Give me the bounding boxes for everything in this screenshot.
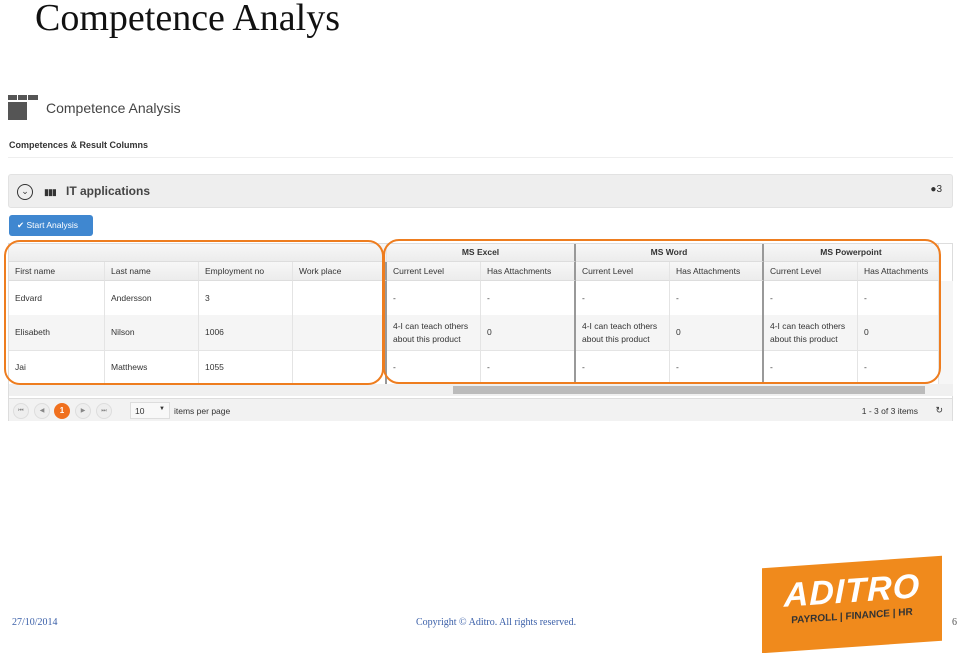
page-number: 6	[952, 617, 957, 628]
competence-group-bar[interactable]: ⌄ ▮▮▮ IT applications ●3	[8, 174, 953, 208]
start-analysis-label: Start Analysis	[26, 220, 79, 230]
aditro-logo: ADITRO PAYROLL | FINANCE | HR	[762, 555, 942, 653]
group-icon: ▮▮▮	[44, 187, 57, 197]
chevron-down-icon[interactable]: ⌄	[17, 184, 33, 200]
check-icon: ✔	[17, 220, 25, 230]
page-size-label: items per page	[174, 406, 231, 416]
page-size-value: 10	[135, 406, 145, 416]
dropdown-arrow-icon: ▼	[159, 406, 165, 412]
section-label: Competences & Result Columns	[9, 140, 149, 150]
count-value: 3	[936, 184, 942, 195]
highlight-employee-columns	[4, 240, 384, 385]
page-size-select[interactable]: 10 ▼	[130, 402, 170, 419]
pager: ⏮ ◀ 1 ▶ ⏭ 10 ▼ items per page 1 - 3 of 3 …	[9, 398, 952, 421]
pager-summary: 1 - 3 of 3 items	[861, 406, 918, 416]
group-title: IT applications	[66, 184, 151, 198]
start-analysis-button[interactable]: ✔ Start Analysis	[9, 215, 93, 236]
footer-copyright: Copyright © Aditro. All rights reserved.	[416, 617, 577, 628]
last-page-button[interactable]: ⏭	[96, 403, 112, 419]
vertical-scrollbar[interactable]	[939, 281, 953, 384]
scroll-thumb[interactable]	[453, 386, 925, 394]
horizontal-scrollbar[interactable]	[9, 384, 953, 396]
app-title: Competence Analysis	[46, 100, 181, 116]
footer-date: 27/10/2014	[12, 617, 58, 628]
prev-page-button[interactable]: ◀	[34, 403, 50, 419]
app-logo-icon	[8, 95, 40, 121]
page-1-button[interactable]: 1	[54, 403, 70, 419]
highlight-competence-columns	[383, 239, 941, 384]
refresh-icon[interactable]: ↻	[935, 405, 943, 416]
participant-count: ●3	[930, 184, 942, 195]
next-page-button[interactable]: ▶	[75, 403, 91, 419]
first-page-button[interactable]: ⏮	[13, 403, 29, 419]
slide-title: Competence Analys	[35, 0, 340, 39]
divider	[8, 157, 953, 158]
